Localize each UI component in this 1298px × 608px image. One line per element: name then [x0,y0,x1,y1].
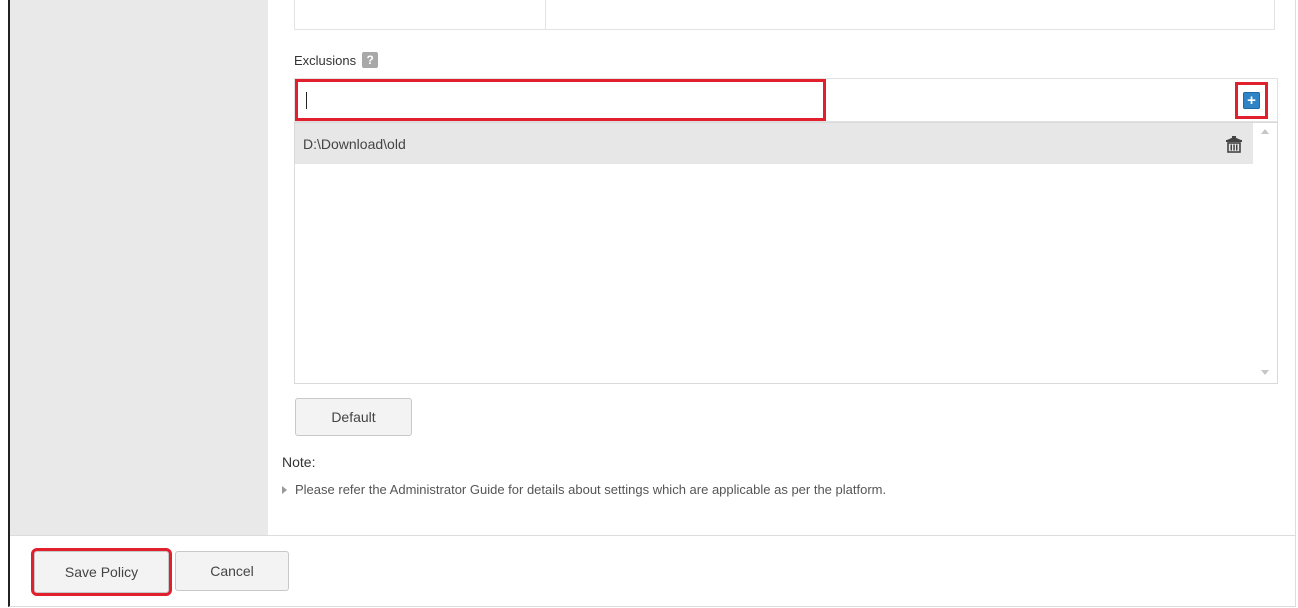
add-icon: + [1243,92,1260,109]
chevron-up-icon[interactable] [1261,129,1269,134]
exclusion-path-input[interactable] [295,79,826,121]
list-scrollbar[interactable] [1255,123,1277,383]
text-caret [306,92,307,109]
list-item[interactable]: D:\Download\old [295,123,1253,164]
table-divider [545,0,546,30]
left-sidebar [10,0,268,535]
footer-divider [10,535,1295,536]
exclusions-label: Exclusions [294,52,357,68]
exclusions-list[interactable]: D:\Download\old [294,122,1278,384]
triangle-right-icon [282,485,287,494]
note-item: Please refer the Administrator Guide for… [282,482,886,497]
exclusions-heading: Exclusions ? [294,52,379,68]
help-icon[interactable]: ? [362,52,379,68]
exclusion-input-row [294,78,1278,122]
add-exclusion-button[interactable]: + [1235,82,1268,119]
default-button[interactable]: Default [295,398,412,436]
exclusion-path-text: D:\Download\old [303,135,406,152]
save-policy-button[interactable]: Save Policy [31,548,172,596]
note-title: Note: [282,454,316,470]
note-text: Please refer the Administrator Guide for… [295,482,887,497]
trash-icon[interactable] [1225,135,1243,153]
policy-settings-panel: Exclusions ? + D:\Download\old Default N… [8,0,1296,607]
chevron-down-icon[interactable] [1261,370,1269,375]
settings-table-bottom [294,0,1275,30]
cancel-button[interactable]: Cancel [175,551,289,591]
